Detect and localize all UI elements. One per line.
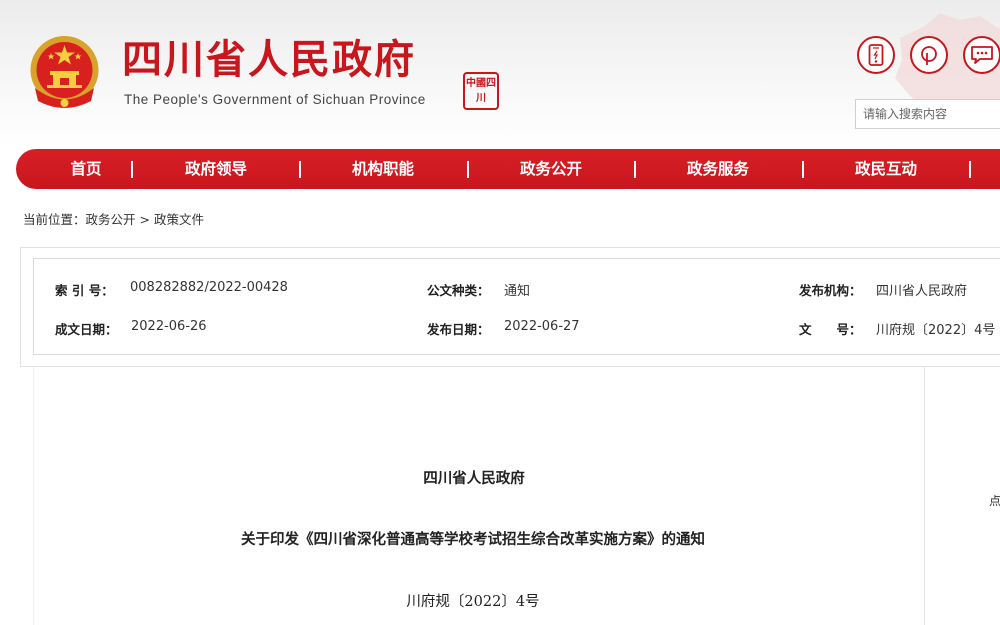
nav-item-leaders[interactable]: 政府领导 xyxy=(185,149,247,189)
document-info-table: 索 引 号： 008282882/2022-00428 公文种类： 通知 发布机… xyxy=(33,258,1000,355)
content-border-left xyxy=(33,367,34,625)
site-header: 四川省人民政府 The People's Government of Sichu… xyxy=(0,0,1000,148)
doc-number-value: 川府规〔2022〕4号 xyxy=(876,323,996,338)
search-input[interactable] xyxy=(855,99,1000,129)
nav-item-functions[interactable]: 机构职能 xyxy=(352,149,414,189)
nav-item-open-affairs[interactable]: 政务公开 xyxy=(520,149,582,189)
index-number-value: 008282882/2022-00428 xyxy=(130,280,288,295)
site-title: 四川省人民政府 xyxy=(122,37,416,83)
created-date-label: 成文日期： xyxy=(55,322,118,337)
nav-divider xyxy=(969,161,971,178)
breadcrumb-prefix: 当前位置： xyxy=(23,212,86,227)
weibo-icon[interactable] xyxy=(910,36,948,74)
nav-item-home[interactable]: 首页 xyxy=(70,149,101,189)
created-date-value: 2022-06-26 xyxy=(131,319,207,334)
index-number-label: 索 引 号： xyxy=(55,283,114,298)
document-title: 关于印发《四川省深化普通高等学校考试招生综合改革实施方案》的通知 xyxy=(241,532,705,548)
china-sichuan-seal: 中國四川 xyxy=(463,72,499,110)
doc-type-value: 通知 xyxy=(504,284,531,299)
nav-divider xyxy=(634,161,636,178)
site-subtitle: The People's Government of Sichuan Provi… xyxy=(124,92,426,107)
message-icon[interactable] xyxy=(963,36,1000,74)
nav-divider xyxy=(131,161,133,178)
publisher-label: 发布机构： xyxy=(799,283,862,298)
nav-divider xyxy=(467,161,469,178)
doc-number-label: 文 号： xyxy=(799,322,862,337)
doc-type-label: 公文种类： xyxy=(427,283,490,298)
breadcrumb-item-open-affairs[interactable]: 政务公开 xyxy=(86,212,136,227)
publisher-value: 四川省人民政府 xyxy=(876,284,968,299)
sidebar-partial-text: 点 xyxy=(989,494,1000,508)
content-sidebar-divider xyxy=(924,367,925,625)
nav-divider xyxy=(802,161,804,178)
breadcrumb-item-policy-docs[interactable]: 政策文件 xyxy=(154,212,204,227)
breadcrumb: 当前位置：政务公开 > 政策文件 xyxy=(23,209,204,228)
mobile-icon[interactable] xyxy=(857,36,895,74)
nav-item-services[interactable]: 政务服务 xyxy=(687,149,749,189)
main-nav: 首页 政府领导 机构职能 政务公开 政务服务 政民互动 xyxy=(16,149,1000,189)
nav-divider xyxy=(299,161,301,178)
national-emblem-icon xyxy=(30,36,99,108)
published-date-label: 发布日期： xyxy=(427,322,490,337)
published-date-value: 2022-06-27 xyxy=(504,319,580,334)
document-issuer: 四川省人民政府 xyxy=(423,471,525,487)
document-number: 川府规〔2022〕4号 xyxy=(406,594,540,610)
seal-text: 中國四川 xyxy=(466,78,496,104)
nav-item-interaction[interactable]: 政民互动 xyxy=(855,149,917,189)
document-info-panel: 索 引 号： 008282882/2022-00428 公文种类： 通知 发布机… xyxy=(20,247,1000,367)
breadcrumb-separator: > xyxy=(139,212,150,227)
